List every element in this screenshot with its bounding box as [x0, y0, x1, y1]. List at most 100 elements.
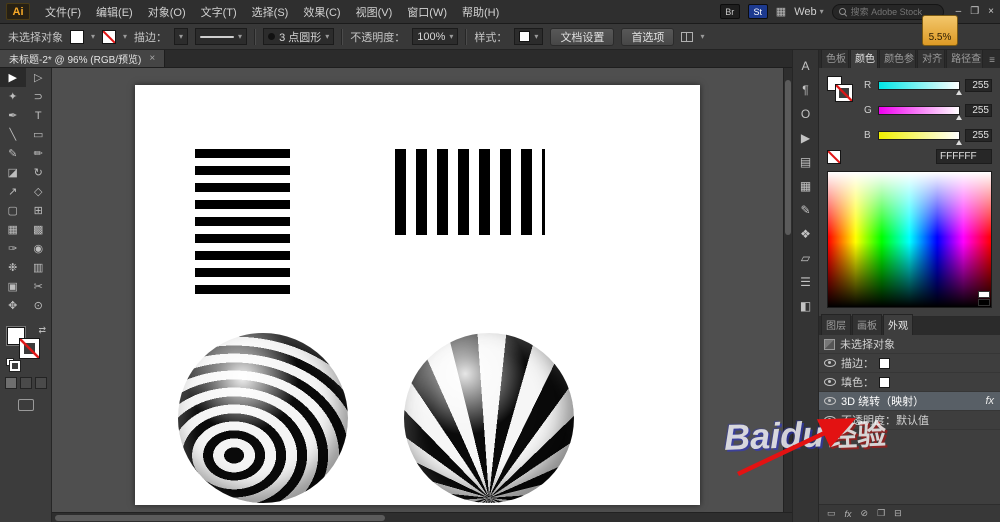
character-panel-icon[interactable]: A [795, 55, 817, 77]
document-tab-close-icon[interactable]: × [149, 53, 155, 64]
selection-tool-icon[interactable]: ▶ [0, 68, 26, 87]
menu-object[interactable]: 对象(O) [141, 1, 193, 23]
style-dropdown[interactable]: ▾ [514, 28, 544, 45]
canvas-area[interactable] [52, 68, 783, 512]
black-swatch[interactable] [978, 299, 990, 306]
sphere-horizontal-stripes[interactable] [178, 333, 348, 503]
menu-window[interactable]: 窗口(W) [400, 1, 454, 23]
slider-thumb[interactable] [956, 89, 962, 95]
blue-value-field[interactable]: 255 [965, 128, 992, 142]
artboard-tool-icon[interactable]: ▣ [0, 277, 26, 296]
delete-item-icon[interactable]: ⊟ [894, 508, 902, 519]
menu-help[interactable]: 帮助(H) [455, 1, 506, 23]
tab-layers[interactable]: 图层 [821, 314, 851, 335]
gradient-tool-icon[interactable]: ▩ [26, 220, 52, 239]
paintbrush-tool-icon[interactable]: ✎ [0, 144, 26, 163]
appearance-row-3d-revolve[interactable]: 3D 绕转（映射） fx [819, 392, 1000, 411]
default-colors-icon[interactable] [6, 355, 21, 372]
color-spectrum[interactable] [827, 171, 992, 308]
blue-slider[interactable] [878, 130, 962, 145]
hex-input[interactable] [936, 149, 992, 164]
horizontal-stripes-rect[interactable] [195, 149, 290, 298]
opacity-dropdown[interactable]: 100% ▾ [412, 28, 459, 45]
tab-swatches[interactable]: 色板 [821, 47, 850, 68]
magic-wand-tool-icon[interactable]: ✦ [0, 87, 26, 106]
menu-edit[interactable]: 编辑(E) [89, 1, 140, 23]
vertical-stripes-rect[interactable] [395, 149, 545, 235]
opentype-panel-icon[interactable]: O [795, 103, 817, 125]
red-slider[interactable] [878, 80, 962, 95]
visibility-eye-icon[interactable] [824, 414, 836, 426]
arrange-documents-icon[interactable]: ▦ [776, 5, 786, 18]
appearance-row-opacity[interactable]: 不透明度：默认值 [819, 411, 1000, 430]
rectangle-tool-icon[interactable]: ▭ [26, 125, 52, 144]
blend-tool-icon[interactable]: ◉ [26, 239, 52, 258]
fx-icon[interactable]: fx [985, 395, 994, 407]
workspace-switcher[interactable]: Web ▾ [794, 6, 823, 18]
horizontal-scrollbar-thumb[interactable] [55, 515, 385, 521]
eraser-tool-icon[interactable]: ◪ [0, 163, 26, 182]
align-panel-icon[interactable]: ☰ [795, 271, 817, 293]
new-stroke-icon[interactable]: ▭ [827, 508, 836, 519]
tab-pathfinder[interactable]: 路径查 [946, 47, 984, 68]
fill-color-swatch[interactable] [70, 29, 84, 44]
window-close-icon[interactable]: × [988, 6, 994, 17]
clear-appearance-icon[interactable]: ⊘ [861, 508, 869, 519]
scale-tool-icon[interactable]: ↗ [0, 182, 26, 201]
menu-effect[interactable]: 效果(C) [296, 1, 347, 23]
stroke-swatch-icon[interactable] [879, 357, 890, 369]
hand-tool-icon[interactable]: ✥ [0, 296, 26, 315]
slider-thumb[interactable] [956, 139, 962, 145]
stroke-color-swatch[interactable] [102, 29, 117, 44]
slice-tool-icon[interactable]: ✂ [26, 277, 52, 296]
visibility-eye-icon[interactable] [824, 395, 836, 407]
chevron-down-icon[interactable]: ▾ [91, 32, 95, 41]
tab-artboards[interactable]: 画板 [852, 314, 882, 335]
stroke-color-swatch[interactable] [19, 338, 40, 359]
sphere-vertical-stripes[interactable] [404, 333, 574, 503]
bridge-icon[interactable]: Br [719, 4, 740, 19]
panel-menu-icon[interactable]: ≡ [984, 55, 1000, 68]
stroke-proxy-swatch[interactable] [835, 84, 853, 102]
free-transform-tool-icon[interactable]: ▢ [0, 201, 26, 220]
direct-selection-tool-icon[interactable]: ▷ [26, 68, 52, 87]
document-tab[interactable]: 未标题-2* @ 96% (RGB/预览) × [0, 50, 166, 67]
eyedropper-tool-icon[interactable]: ✑ [0, 239, 26, 258]
column-graph-tool-icon[interactable]: ▥ [26, 258, 52, 277]
symbols-panel-icon[interactable]: ❖ [795, 223, 817, 245]
screen-mode-button[interactable] [17, 399, 34, 411]
mesh-tool-icon[interactable]: ▦ [0, 220, 26, 239]
vertical-scrollbar-thumb[interactable] [785, 80, 791, 235]
duplicate-item-icon[interactable]: ❐ [877, 508, 885, 519]
horizontal-scrollbar[interactable] [52, 512, 792, 522]
green-value-field[interactable]: 255 [965, 103, 992, 117]
shape-builder-tool-icon[interactable]: ⊞ [26, 201, 52, 220]
menu-file[interactable]: 文件(F) [38, 1, 88, 23]
none-swatch[interactable] [827, 149, 841, 164]
paragraph-panel-icon[interactable]: ¶ [795, 79, 817, 101]
line-segment-tool-icon[interactable]: ╲ [0, 125, 26, 144]
pencil-tool-icon[interactable]: ✏ [26, 144, 52, 163]
draw-behind-button[interactable] [19, 377, 32, 389]
menu-select[interactable]: 选择(S) [245, 1, 296, 23]
actions-panel-icon[interactable]: ▶ [795, 127, 817, 149]
appearance-row-no-selection[interactable]: 未选择对象 [819, 335, 1000, 354]
draw-inside-button[interactable] [34, 377, 47, 389]
type-tool-icon[interactable]: T [26, 106, 52, 125]
artboard[interactable] [135, 85, 700, 505]
visibility-eye-icon[interactable] [824, 357, 836, 369]
chevron-down-icon[interactable]: ▾ [123, 32, 127, 41]
menu-type[interactable]: 文字(T) [194, 1, 244, 23]
zoom-tool-icon[interactable]: ⊙ [26, 296, 52, 315]
app-logo-icon[interactable]: Ai [6, 3, 30, 20]
visibility-eye-icon[interactable] [824, 376, 836, 388]
stock-icon[interactable]: St [747, 4, 768, 19]
rotate-tool-icon[interactable]: ↻ [26, 163, 52, 182]
tab-appearance[interactable]: 外观 [883, 314, 913, 335]
fill-swatch-icon[interactable] [879, 376, 890, 388]
stroke-weight-dropdown[interactable]: ▾ [174, 28, 189, 45]
appearance-row-fill[interactable]: 填色： [819, 373, 1000, 392]
red-value-field[interactable]: 255 [965, 78, 992, 92]
chevron-down-icon[interactable]: ▾ [700, 32, 704, 41]
lasso-tool-icon[interactable]: ⊃ [26, 87, 52, 106]
